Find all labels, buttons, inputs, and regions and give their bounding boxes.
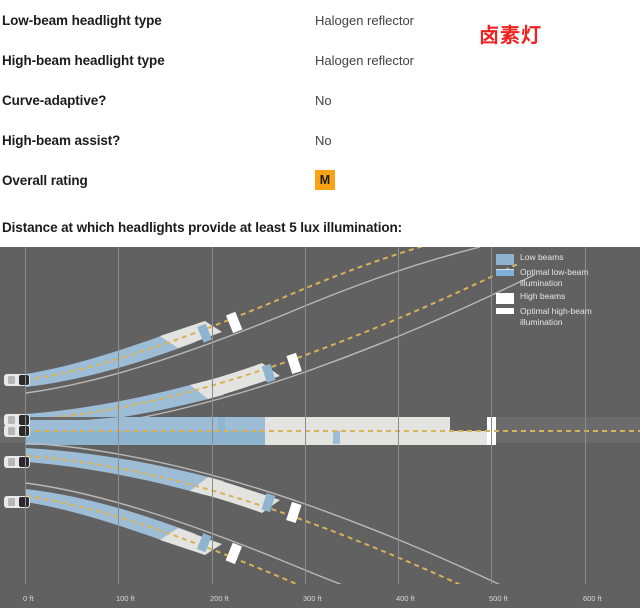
car-icon-row4 <box>4 496 30 508</box>
spec-label: Overall rating <box>2 172 88 188</box>
legend-swatch-icon <box>496 293 514 304</box>
axis-tick-label: 600 ft <box>583 594 602 603</box>
status-badge: M <box>315 170 335 190</box>
gridline-400 <box>398 247 399 584</box>
legend-item-optimal-high-beam: Optimal high-beam illumination <box>496 306 636 328</box>
marker-optimal-high-row1 <box>286 352 302 375</box>
spec-value: Halogen reflector <box>315 12 414 28</box>
road-center-line-row1 <box>25 262 521 421</box>
table-row: High-beam headlight type Halogen reflect… <box>0 40 640 80</box>
spec-value: No <box>315 132 332 148</box>
legend-label: High beams <box>520 291 566 301</box>
car-icon-row3 <box>4 456 30 468</box>
gridline-0 <box>25 247 26 584</box>
beam-high-upper-row2 <box>265 417 450 431</box>
gridline-100 <box>118 247 119 584</box>
headlight-distance-chart: 0 ft 100 ft 200 ft 300 ft 400 ft 500 ft … <box>0 247 640 608</box>
axis-tick-label: 100 ft <box>116 594 135 603</box>
page-title: Distance at which headlights provide at … <box>2 220 403 235</box>
axis-tick-label: 0 ft <box>23 594 34 603</box>
legend-item-optimal-low-beam: Optimal low-beam illumination <box>496 267 636 289</box>
spec-label: Curve-adaptive? <box>2 92 107 108</box>
legend-label: Low beams <box>520 252 564 262</box>
gridline-200 <box>212 247 213 584</box>
table-row: Curve-adaptive? No <box>0 80 640 120</box>
marker-optimal-high-row4 <box>225 542 243 565</box>
spec-label: High-beam headlight type <box>2 52 165 68</box>
car-icon-row1 <box>4 414 30 426</box>
beam-low-lower-row2 <box>26 431 265 445</box>
car-icon-row2 <box>4 425 30 437</box>
marker-optimal-high-row0 <box>225 311 243 334</box>
legend-label: Optimal low-beam illumination <box>520 267 589 288</box>
legend-item-low-beams: Low beams <box>496 252 636 265</box>
table-row: High-beam assist? No <box>0 120 640 160</box>
axis-tick-label: 400 ft <box>396 594 415 603</box>
axis-tick-label: 300 ft <box>303 594 322 603</box>
beam-high-lower-row2 <box>265 431 496 445</box>
spec-value: Halogen reflector <box>315 52 414 68</box>
headlight-spec-table: Low-beam headlight type Halogen reflecto… <box>0 0 640 200</box>
legend-label: Optimal high-beam illumination <box>520 306 592 327</box>
spec-value: No <box>315 92 332 108</box>
road-center-line-row3 <box>25 455 461 584</box>
axis-tick-label: 200 ft <box>210 594 229 603</box>
legend-swatch-icon <box>496 308 514 314</box>
spec-value-rating: M <box>315 160 640 200</box>
legend-swatch-icon <box>496 269 514 276</box>
spec-label: High-beam assist? <box>2 132 121 148</box>
chinese-annotation: 卤素灯 <box>479 23 542 47</box>
legend-item-high-beams: High beams <box>496 291 636 304</box>
axis-tick-label: 500 ft <box>489 594 508 603</box>
gridline-300 <box>305 247 306 584</box>
gridline-500 <box>491 247 492 584</box>
table-row: Overall rating M <box>0 160 640 200</box>
car-icon-row0 <box>4 374 30 386</box>
chart-legend: Low beams Optimal low-beam illumination … <box>496 252 636 330</box>
marker-optimal-high-row3 <box>286 501 302 524</box>
spec-label: Low-beam headlight type <box>2 12 162 28</box>
table-row: Low-beam headlight type Halogen reflecto… <box>0 0 640 40</box>
marker-optimal-low-row2 <box>218 417 225 431</box>
marker-optimal-low-alt-row2 <box>333 431 340 444</box>
legend-swatch-icon <box>496 254 514 265</box>
beam-gap-row2 <box>450 417 487 431</box>
